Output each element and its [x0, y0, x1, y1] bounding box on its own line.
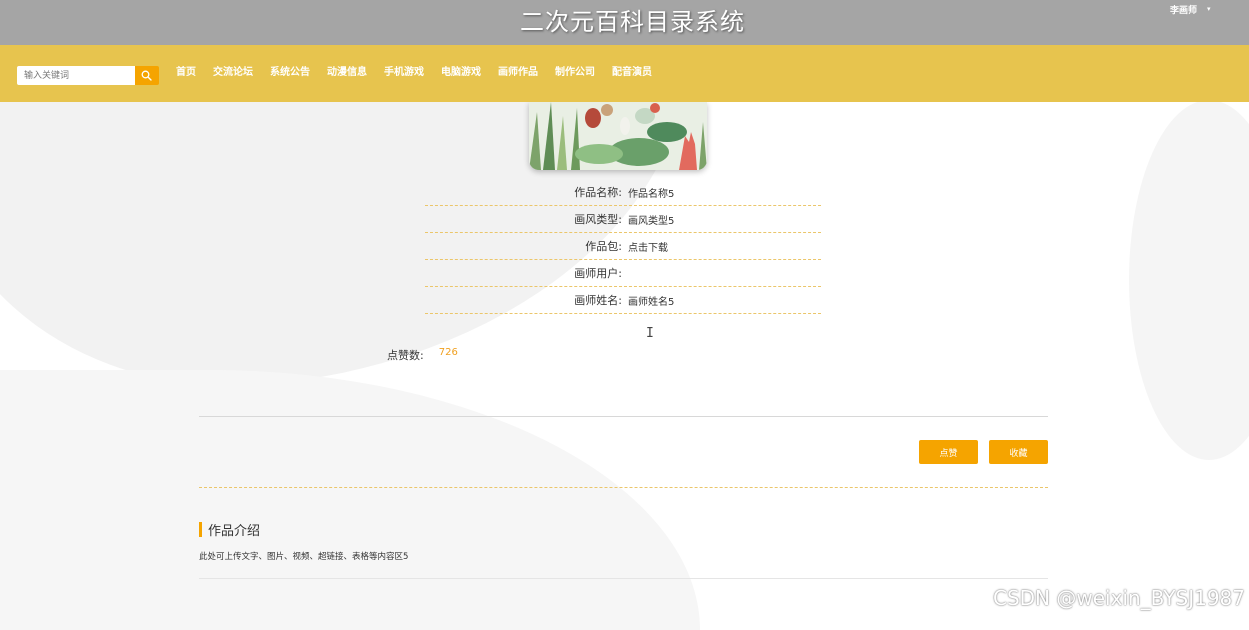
like-count-label: 点赞数:: [387, 349, 424, 362]
search-button[interactable]: [135, 66, 159, 85]
info-value: 作品名称5: [628, 188, 675, 200]
nav-menu: 首页 交流论坛 系统公告 动漫信息 手机游戏 电脑游戏 画师作品 制作公司 配音…: [176, 65, 652, 81]
info-value: 画师姓名5: [628, 296, 675, 308]
nav-item-mobile-games[interactable]: 手机游戏: [384, 65, 424, 81]
nav-item-anime[interactable]: 动漫信息: [327, 65, 367, 81]
info-row-package: 作品包: 点击下载: [425, 233, 821, 260]
info-label: 作品包:: [585, 240, 622, 253]
nav-item-home[interactable]: 首页: [176, 65, 196, 81]
info-label: 作品名称:: [574, 186, 622, 199]
search-icon: [141, 70, 152, 81]
info-row-style: 画风类型: 画风类型5: [425, 206, 821, 233]
divider: [199, 416, 1048, 417]
divider: [199, 487, 1048, 488]
nav-item-studios[interactable]: 制作公司: [555, 65, 595, 81]
divider: [199, 578, 1048, 579]
search-input[interactable]: [17, 66, 135, 85]
artwork-info-table: 作品名称: 作品名称5 画风类型: 画风类型5 作品包: 点击下载 画师用户: …: [425, 179, 821, 314]
nav-item-forum[interactable]: 交流论坛: [213, 65, 253, 81]
favorite-button[interactable]: 收藏: [989, 440, 1048, 464]
info-value: 画风类型5: [628, 215, 675, 227]
info-label: 画师用户:: [574, 267, 622, 280]
text-cursor-icon: I: [646, 326, 654, 341]
artwork-image: [529, 102, 707, 170]
info-row-artist-user: 画师用户:: [425, 260, 821, 287]
info-label: 画风类型:: [574, 213, 622, 226]
nav-item-voice-actors[interactable]: 配音演员: [612, 65, 652, 81]
info-label: 画师姓名:: [574, 294, 622, 307]
download-link[interactable]: 点击下载: [622, 239, 668, 254]
top-header: 二次元百科目录系统 李画师 ▾: [0, 0, 1249, 45]
watermark: CSDN @weixin_BYSJ1987: [992, 586, 1245, 610]
info-row-artist-name: 画师姓名: 画师姓名5: [425, 287, 821, 314]
like-count: 点赞数: 726: [387, 347, 458, 363]
nav-item-announcements[interactable]: 系统公告: [270, 65, 310, 81]
like-button[interactable]: 点赞: [919, 440, 978, 464]
like-count-value: 726: [438, 347, 458, 358]
navbar: 首页 交流论坛 系统公告 动漫信息 手机游戏 电脑游戏 画师作品 制作公司 配音…: [0, 45, 1249, 102]
intro-title: 作品介绍: [208, 524, 261, 539]
intro-heading: 作品介绍: [199, 520, 260, 539]
nav-item-artist-works[interactable]: 画师作品: [498, 65, 538, 81]
nav-item-pc-games[interactable]: 电脑游戏: [441, 65, 481, 81]
user-menu[interactable]: 李画师: [1170, 3, 1197, 16]
info-row-title: 作品名称: 作品名称5: [425, 179, 821, 206]
chevron-down-icon[interactable]: ▾: [1207, 5, 1211, 13]
detail-content: 作品名称: 作品名称5 画风类型: 画风类型5 作品包: 点击下载 画师用户: …: [0, 102, 1249, 616]
site-title: 二次元百科目录系统: [520, 8, 745, 36]
intro-body: 此处可上传文字、图片、视频、超链接、表格等内容区5: [199, 552, 409, 562]
section-accent-bar: [199, 522, 202, 537]
